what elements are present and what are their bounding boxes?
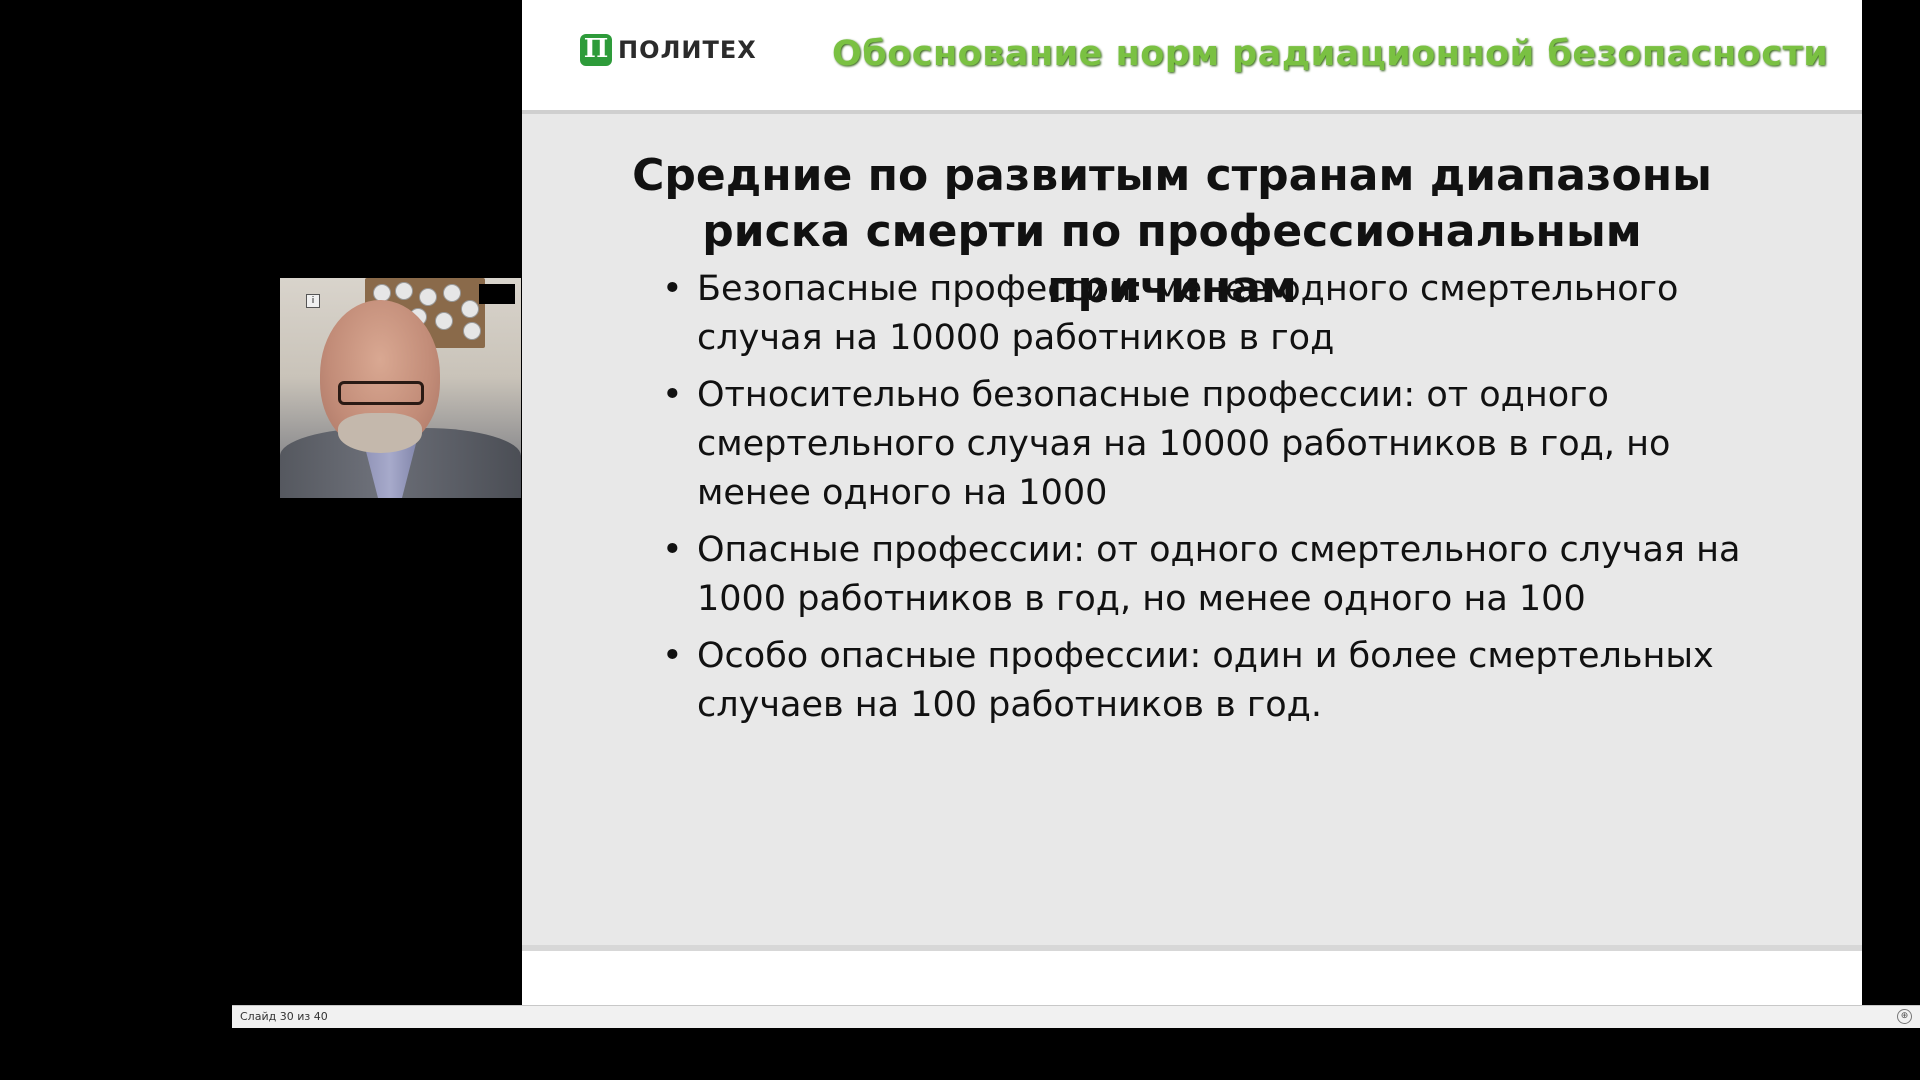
bullet-dot-icon: • xyxy=(662,375,683,415)
zoom-fit-icon[interactable]: ⊕ xyxy=(1897,1009,1912,1024)
bullet-item: • Особо опасные профессии: один и более с… xyxy=(662,632,1782,730)
bullet-dot-icon: • xyxy=(662,269,683,309)
presenter-glasses xyxy=(338,381,424,405)
bullet-text: Безопасные профессии: менее одного смерт… xyxy=(697,269,1679,358)
presentation-slide: П ПОЛИТЕХ Обоснование норм радиационной … xyxy=(522,0,1862,1011)
slide-header: П ПОЛИТЕХ Обоснование норм радиационной … xyxy=(522,0,1862,114)
presentation-statusbar: Слайд 30 из 40 ⊕ xyxy=(232,1005,1920,1028)
bullet-item: • Относительно безопасные профессии: от о… xyxy=(662,371,1782,518)
presenter-beard xyxy=(338,413,422,453)
logo-mark-icon: П xyxy=(580,34,612,66)
bullet-item: • Безопасные профессии: менее одного смер… xyxy=(662,265,1782,363)
bullet-text: Особо опасные профессии: один и более см… xyxy=(697,636,1714,725)
slide-footer-band xyxy=(522,945,1862,1011)
politech-logo: П ПОЛИТЕХ xyxy=(580,34,757,66)
bullet-item: • Опасные профессии: от одного смертельно… xyxy=(662,526,1782,624)
header-title: Обоснование норм радиационной безопаснос… xyxy=(832,34,1829,74)
presenter-webcam-video: i xyxy=(280,278,521,498)
bullet-dot-icon: • xyxy=(662,530,683,570)
slide-counter: Слайд 30 из 40 xyxy=(240,1010,328,1023)
bullet-dot-icon: • xyxy=(662,636,683,676)
bullet-list: • Безопасные профессии: менее одного смер… xyxy=(662,265,1782,738)
camera-info-icon[interactable]: i xyxy=(306,294,320,308)
bullet-text: Относительно безопасные профессии: от од… xyxy=(697,375,1671,513)
logo-text: ПОЛИТЕХ xyxy=(618,36,757,64)
bullet-text: Опасные профессии: от одного смертельног… xyxy=(697,530,1741,619)
webcam-overlay-box xyxy=(479,284,515,304)
